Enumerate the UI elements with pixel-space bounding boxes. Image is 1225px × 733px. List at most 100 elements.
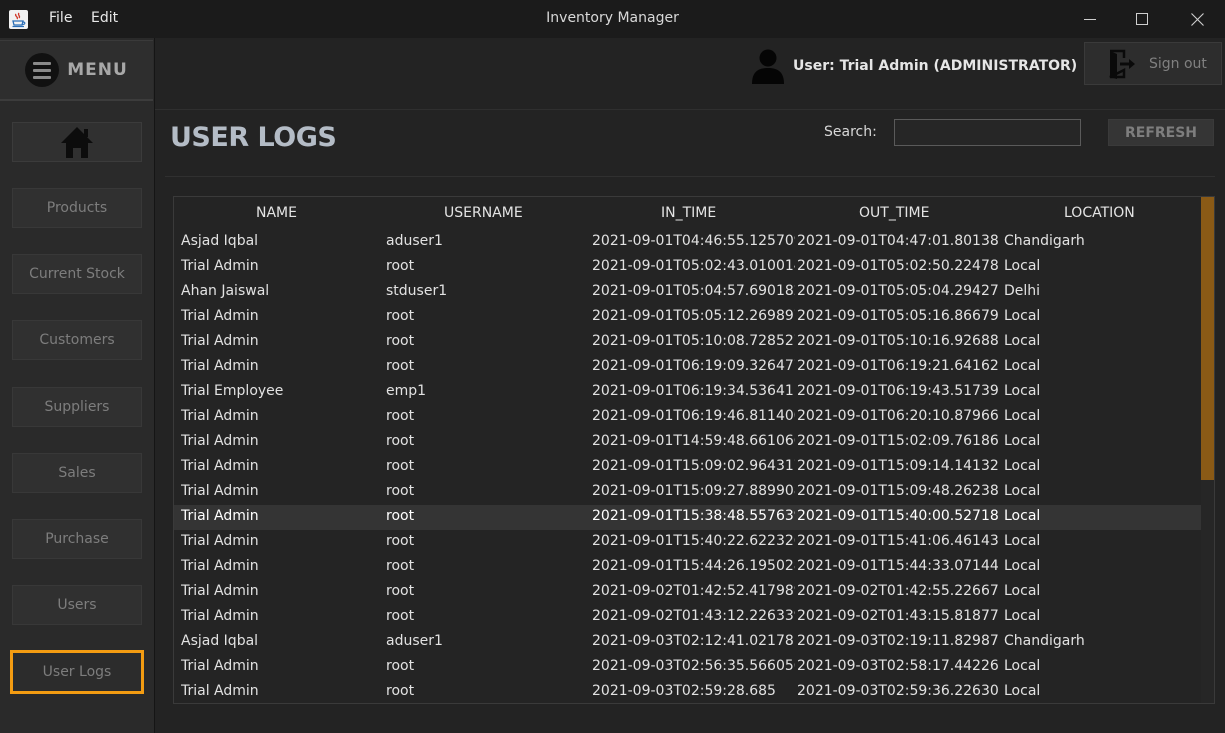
cell-name: Trial Admin — [181, 683, 259, 699]
table-row[interactable]: Trial Admin root 2021-09-03T02:56:35.56605… — [174, 655, 1201, 680]
close-button[interactable] — [1175, 6, 1219, 32]
cell-name: Trial Admin — [181, 433, 259, 449]
cell-location: Local — [1004, 333, 1041, 349]
sidebar-item-suppliers[interactable]: Suppliers — [12, 387, 142, 427]
scrollbar-thumb[interactable] — [1201, 197, 1214, 480]
cell-location: Local — [1004, 583, 1041, 599]
table-row[interactable]: Trial Admin root 2021-09-02T01:42:52.41798… — [174, 580, 1201, 605]
cell-location: Local — [1004, 383, 1041, 399]
table-row[interactable]: Trial Admin root 2021-09-01T05:05:12.26989… — [174, 305, 1201, 330]
table-row[interactable]: Trial Admin root 2021-09-02T01:43:12.22633… — [174, 605, 1201, 630]
cell-location: Local — [1004, 358, 1041, 374]
home-button[interactable] — [12, 122, 142, 162]
cell-username: root — [386, 608, 415, 624]
table-row[interactable]: Trial Employee emp1 2021-09-01T06:19:34.53… — [174, 380, 1201, 405]
cell-in-time: 2021-09-03T02:12:41.021781... — [592, 633, 795, 649]
user-logs-table[interactable]: NAME USERNAME IN_TIME OUT_TIME LOCATION … — [173, 196, 1215, 704]
cell-username: aduser1 — [386, 233, 443, 249]
menu-toggle-button[interactable]: MENU — [0, 40, 153, 101]
sidebar-item-sales[interactable]: Sales — [12, 453, 142, 493]
cell-in-time: 2021-09-01T06:19:46.811400... — [592, 408, 795, 424]
cell-in-time: 2021-09-01T04:46:55.125709... — [592, 233, 795, 249]
column-header-in-time[interactable]: IN_TIME — [661, 205, 716, 221]
maximize-button[interactable] — [1120, 6, 1164, 32]
cell-out-time: 2021-09-01T06:19:43.5173921. — [797, 383, 999, 399]
sign-out-button[interactable]: Sign out — [1084, 42, 1222, 85]
cell-in-time: 2021-09-03T02:59:28.685 — [592, 683, 776, 699]
table-row[interactable]: Asjad Iqbal aduser1 2021-09-01T04:46:55.12… — [174, 230, 1201, 255]
cell-location: Local — [1004, 508, 1041, 524]
window-title: Inventory Manager — [546, 10, 679, 26]
minimize-icon — [1084, 19, 1096, 20]
page-title: USER LOGS — [170, 122, 337, 153]
cell-location: Delhi — [1004, 283, 1041, 299]
close-icon — [1190, 12, 1204, 26]
minimize-button[interactable] — [1068, 6, 1112, 32]
cell-in-time: 2021-09-01T15:38:48.557639... — [592, 508, 795, 524]
cell-out-time: 2021-09-02T01:42:55.2266759. — [797, 583, 999, 599]
cell-username: root — [386, 658, 415, 674]
cell-in-time: 2021-09-01T06:19:09.326477... — [592, 358, 795, 374]
table-row[interactable]: Trial Admin root 2021-09-01T05:10:08.72852… — [174, 330, 1201, 355]
table-row[interactable]: Trial Admin root 2021-09-01T15:44:26.19502… — [174, 555, 1201, 580]
search-input[interactable] — [894, 119, 1081, 146]
search-label: Search: — [824, 124, 877, 140]
table-row[interactable]: Trial Admin root 2021-09-03T02:59:28.685 20… — [174, 680, 1201, 703]
cell-in-time: 2021-09-01T06:19:34.536411... — [592, 383, 795, 399]
menu-file[interactable]: File — [49, 10, 72, 26]
cell-out-time: 2021-09-01T06:19:21.6416209. — [797, 358, 999, 374]
cell-in-time: 2021-09-01T15:40:22.622326 — [592, 533, 795, 549]
table-row[interactable]: Trial Admin root 2021-09-01T15:38:48.55763… — [174, 505, 1201, 530]
menu-label: MENU — [67, 60, 128, 80]
cell-location: Local — [1004, 458, 1041, 474]
column-header-out-time[interactable]: OUT_TIME — [859, 205, 929, 221]
cell-out-time: 2021-09-03T02:19:11.8298735. — [797, 633, 999, 649]
cell-out-time: 2021-09-03T02:59:36.2263075. — [797, 683, 999, 699]
table-row[interactable]: Trial Admin root 2021-09-01T06:19:46.81140… — [174, 405, 1201, 430]
cell-in-time: 2021-09-01T15:44:26.195028... — [592, 558, 795, 574]
cell-username: root — [386, 258, 415, 274]
java-app-icon — [9, 10, 28, 29]
table-row[interactable]: Asjad Iqbal aduser1 2021-09-03T02:12:41.02… — [174, 630, 1201, 655]
cell-in-time: 2021-09-01T05:10:08.728527... — [592, 333, 795, 349]
cell-username: root — [386, 358, 415, 374]
sidebar-item-customers[interactable]: Customers — [12, 320, 142, 360]
cell-name: Ahan Jaiswal — [181, 283, 270, 299]
cell-name: Trial Admin — [181, 408, 259, 424]
table-header: NAME USERNAME IN_TIME OUT_TIME LOCATION — [174, 197, 1201, 230]
cell-name: Trial Admin — [181, 533, 259, 549]
cell-out-time: 2021-09-01T05:10:16.9268831. — [797, 333, 999, 349]
cell-username: stduser1 — [386, 283, 448, 299]
cell-name: Trial Admin — [181, 333, 259, 349]
cell-name: Trial Admin — [181, 358, 259, 374]
sidebar-item-products[interactable]: Products — [12, 188, 142, 228]
menu-edit[interactable]: Edit — [91, 10, 118, 26]
cell-username: root — [386, 558, 415, 574]
sidebar-item-user-logs[interactable]: User Logs — [10, 650, 144, 694]
sidebar-item-current-stock[interactable]: Current Stock — [12, 254, 142, 294]
table-row[interactable]: Trial Admin root 2021-09-01T15:09:02.96431… — [174, 455, 1201, 480]
cell-out-time: 2021-09-01T04:47:01.801381 — [797, 233, 999, 249]
column-header-username[interactable]: USERNAME — [444, 205, 523, 221]
table-row[interactable]: Ahan Jaiswal stduser1 2021-09-01T05:04:57.… — [174, 280, 1201, 305]
cell-location: Local — [1004, 533, 1041, 549]
vertical-scrollbar[interactable] — [1201, 197, 1214, 703]
cell-location: Local — [1004, 433, 1041, 449]
cell-location: Local — [1004, 258, 1041, 274]
sidebar-item-users[interactable]: Users — [12, 585, 142, 625]
refresh-button[interactable]: REFRESH — [1108, 119, 1214, 146]
table-row[interactable]: Trial Admin root 2021-09-01T05:02:43.01001… — [174, 255, 1201, 280]
signout-icon — [1109, 49, 1135, 79]
column-header-name[interactable]: NAME — [256, 205, 297, 221]
table-row[interactable]: Trial Admin root 2021-09-01T15:09:27.88990… — [174, 480, 1201, 505]
table-row[interactable]: Trial Admin root 2021-09-01T06:19:09.32647… — [174, 355, 1201, 380]
column-header-location[interactable]: LOCATION — [1064, 205, 1135, 221]
cell-name: Trial Admin — [181, 483, 259, 499]
cell-username: root — [386, 508, 415, 524]
sidebar-item-purchase[interactable]: Purchase — [12, 519, 142, 559]
cell-username: root — [386, 483, 415, 499]
content-divider — [165, 176, 1215, 177]
table-row[interactable]: Trial Admin root 2021-09-01T15:40:22.62232… — [174, 530, 1201, 555]
table-row[interactable]: Trial Admin root 2021-09-01T14:59:48.66106… — [174, 430, 1201, 455]
cell-username: root — [386, 333, 415, 349]
